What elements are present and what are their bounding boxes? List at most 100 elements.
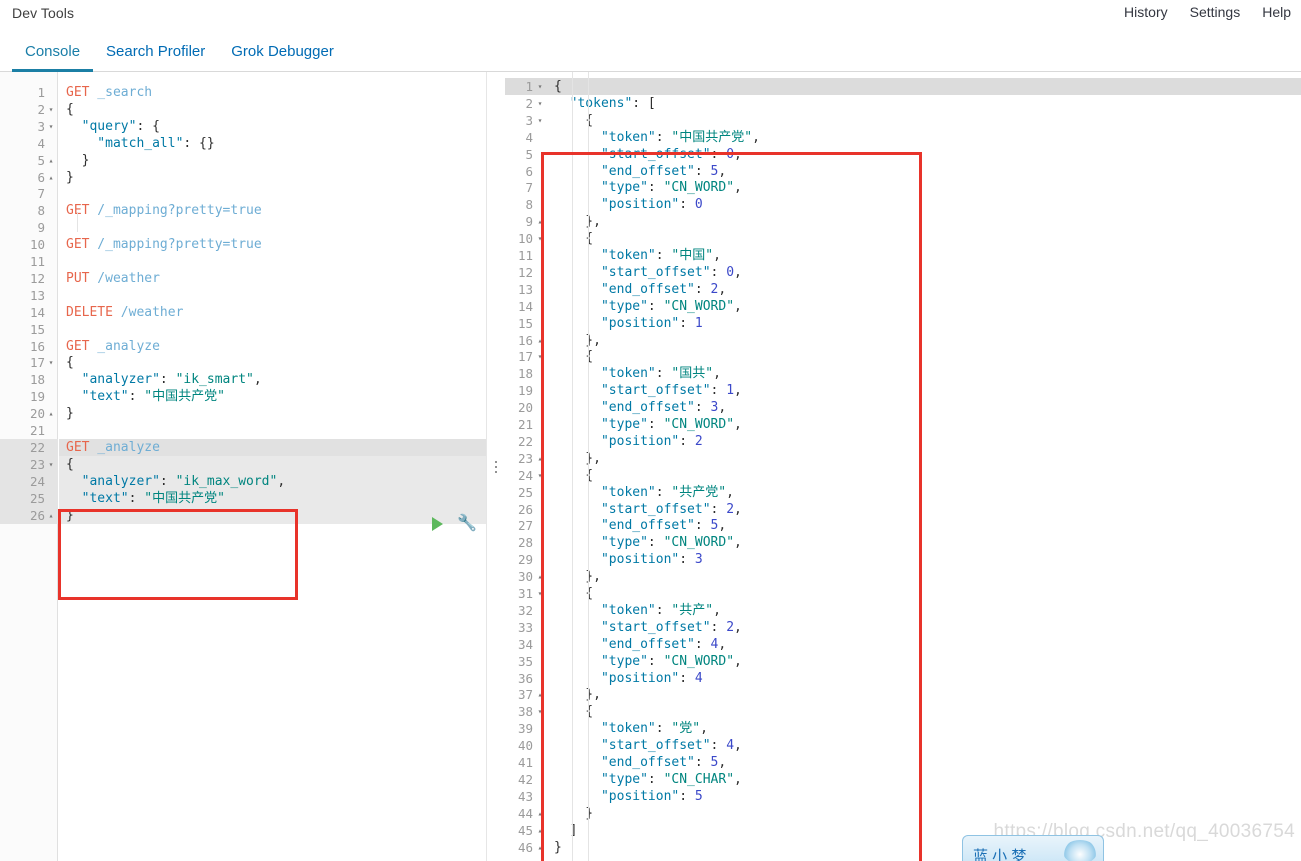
fold-toggle-icon[interactable]: ▾ bbox=[535, 348, 545, 365]
code-line[interactable]: "position": 0 bbox=[546, 196, 703, 213]
code-line[interactable]: }, bbox=[546, 686, 601, 703]
code-line[interactable]: GET _search bbox=[59, 84, 152, 101]
code-line[interactable]: { bbox=[59, 101, 74, 118]
code-line[interactable]: "end_offset": 4, bbox=[546, 636, 726, 653]
code-line[interactable]: "start_offset": 2, bbox=[546, 501, 742, 518]
code-line[interactable]: "start_offset": 2, bbox=[546, 619, 742, 636]
code-line[interactable]: "type": "CN_WORD", bbox=[546, 179, 742, 196]
fold-toggle-icon[interactable]: ▾ bbox=[535, 230, 545, 247]
code-line[interactable] bbox=[59, 321, 74, 338]
code-line[interactable]: "end_offset": 3, bbox=[546, 399, 726, 416]
request-editor-code[interactable]: GET _search{ "query": { "match_all": {} … bbox=[59, 72, 486, 861]
fold-toggle-icon[interactable]: ▴ bbox=[535, 839, 545, 856]
code-line[interactable]: "position": 2 bbox=[546, 433, 703, 450]
code-line[interactable]: "tokens": [ bbox=[546, 95, 656, 112]
code-line[interactable]: "type": "CN_CHAR", bbox=[546, 771, 742, 788]
fold-toggle-icon[interactable]: ▾ bbox=[535, 467, 545, 484]
code-line[interactable]: GET /_mapping?pretty=true bbox=[59, 236, 262, 253]
code-line[interactable]: "start_offset": 4, bbox=[546, 737, 742, 754]
code-line[interactable]: "end_offset": 2, bbox=[546, 281, 726, 298]
fold-toggle-icon[interactable]: ▴ bbox=[535, 450, 545, 467]
request-editor-panel[interactable]: 1 2 ▾ 3 ▾ 4 5 ▴ 6 ▴ 7 8 9 10 11 12 13 14 15 16 17 ▾ 18 19 20 ▴ 21 2… bbox=[0, 72, 486, 861]
code-line[interactable]: "end_offset": 5, bbox=[546, 754, 726, 771]
code-line[interactable]: { bbox=[546, 112, 593, 129]
code-line[interactable]: GET _analyze bbox=[59, 338, 160, 355]
code-line[interactable]: "type": "CN_WORD", bbox=[546, 653, 742, 670]
code-line[interactable]: "type": "CN_WORD", bbox=[546, 534, 742, 551]
code-line[interactable]: } bbox=[59, 506, 486, 524]
fold-toggle-icon[interactable]: ▴ bbox=[535, 568, 545, 585]
fold-toggle-icon[interactable]: ▴ bbox=[535, 332, 545, 349]
code-line[interactable]: "token": "党", bbox=[546, 720, 708, 737]
fold-toggle-icon[interactable]: ▾ bbox=[46, 118, 56, 135]
response-panel[interactable]: 1 ▾ 2 ▾ 3 ▾ 4 5 6 7 8 9 ▴ 10 ▾ 11 12 13 14 15 16 ▴ 17 ▾ 18 19 20 21… bbox=[505, 72, 1301, 861]
wrench-icon[interactable]: 🔧 bbox=[457, 514, 477, 534]
nav-help[interactable]: Help bbox=[1262, 4, 1291, 20]
code-line[interactable]: PUT /weather bbox=[59, 270, 160, 287]
fold-toggle-icon[interactable]: ▾ bbox=[535, 95, 545, 112]
code-line[interactable]: }, bbox=[546, 568, 601, 585]
fold-toggle-icon[interactable]: ▴ bbox=[46, 507, 56, 524]
code-line[interactable]: }, bbox=[546, 450, 601, 467]
code-line[interactable]: } bbox=[59, 152, 90, 169]
code-line[interactable]: { bbox=[59, 455, 486, 473]
code-line[interactable] bbox=[59, 185, 74, 202]
code-line[interactable]: DELETE /weather bbox=[59, 304, 183, 321]
code-line[interactable]: "token": "中国共产党", bbox=[546, 129, 760, 146]
code-line[interactable]: "match_all": {} bbox=[59, 135, 214, 152]
code-line[interactable]: "position": 4 bbox=[546, 670, 703, 687]
code-line[interactable] bbox=[59, 287, 74, 304]
fold-toggle-icon[interactable]: ▾ bbox=[46, 456, 56, 473]
fold-toggle-icon[interactable]: ▾ bbox=[535, 703, 545, 720]
tab-grok-debugger[interactable]: Grok Debugger bbox=[218, 31, 347, 72]
code-line[interactable]: "analyzer": "ik_max_word", bbox=[59, 472, 486, 490]
code-line[interactable]: "start_offset": 1, bbox=[546, 382, 742, 399]
code-line[interactable]: "start_offset": 0, bbox=[546, 146, 742, 163]
fold-toggle-icon[interactable]: ▴ bbox=[46, 152, 56, 169]
fold-toggle-icon[interactable]: ▾ bbox=[535, 112, 545, 129]
code-line[interactable]: "end_offset": 5, bbox=[546, 517, 726, 534]
code-line[interactable]: } bbox=[59, 169, 74, 186]
fold-toggle-icon[interactable]: ▾ bbox=[46, 101, 56, 118]
code-line[interactable]: "type": "CN_WORD", bbox=[546, 298, 742, 315]
code-line[interactable]: } bbox=[546, 839, 562, 856]
fold-toggle-icon[interactable]: ▴ bbox=[535, 822, 545, 839]
code-line[interactable]: "text": "中国共产党" bbox=[59, 388, 225, 405]
code-line[interactable]: "text": "中国共产党" bbox=[59, 489, 486, 507]
code-line[interactable]: { bbox=[546, 703, 593, 720]
code-line[interactable]: "type": "CN_WORD", bbox=[546, 416, 742, 433]
code-line[interactable]: { bbox=[546, 348, 593, 365]
fold-toggle-icon[interactable]: ▴ bbox=[535, 686, 545, 703]
nav-history[interactable]: History bbox=[1124, 4, 1168, 20]
nav-settings[interactable]: Settings bbox=[1190, 4, 1241, 20]
code-line[interactable]: "position": 1 bbox=[546, 315, 703, 332]
code-line[interactable]: { bbox=[59, 354, 74, 371]
code-line[interactable]: } bbox=[546, 805, 593, 822]
code-line[interactable]: GET _analyze bbox=[59, 438, 486, 456]
fold-toggle-icon[interactable]: ▴ bbox=[535, 805, 545, 822]
code-line[interactable] bbox=[59, 219, 74, 236]
code-line[interactable]: "position": 3 bbox=[546, 551, 703, 568]
code-line[interactable]: "end_offset": 5, bbox=[546, 163, 726, 180]
code-line[interactable]: } bbox=[59, 405, 74, 422]
code-line[interactable]: "analyzer": "ik_smart", bbox=[59, 371, 262, 388]
panel-splitter[interactable] bbox=[486, 72, 505, 861]
code-line[interactable]: "position": 5 bbox=[546, 788, 703, 805]
code-line[interactable]: { bbox=[546, 78, 562, 95]
code-line[interactable]: GET /_mapping?pretty=true bbox=[59, 202, 262, 219]
code-line[interactable]: { bbox=[546, 585, 593, 602]
tab-console[interactable]: Console bbox=[12, 31, 94, 72]
fold-toggle-icon[interactable]: ▴ bbox=[535, 213, 545, 230]
code-line[interactable] bbox=[59, 253, 74, 270]
code-line[interactable]: { bbox=[546, 467, 593, 484]
fold-toggle-icon[interactable]: ▴ bbox=[46, 169, 56, 186]
code-line[interactable]: "start_offset": 0, bbox=[546, 264, 742, 281]
tab-search-profiler[interactable]: Search Profiler bbox=[93, 31, 218, 72]
play-icon[interactable] bbox=[432, 517, 443, 531]
bottom-toast[interactable]: 蓝 小 梦 bbox=[962, 835, 1104, 861]
fold-toggle-icon[interactable]: ▴ bbox=[46, 405, 56, 422]
code-line[interactable]: }, bbox=[546, 213, 601, 230]
fold-toggle-icon[interactable]: ▾ bbox=[46, 354, 56, 371]
code-line[interactable]: "query": { bbox=[59, 118, 160, 135]
code-line[interactable]: }, bbox=[546, 332, 601, 349]
